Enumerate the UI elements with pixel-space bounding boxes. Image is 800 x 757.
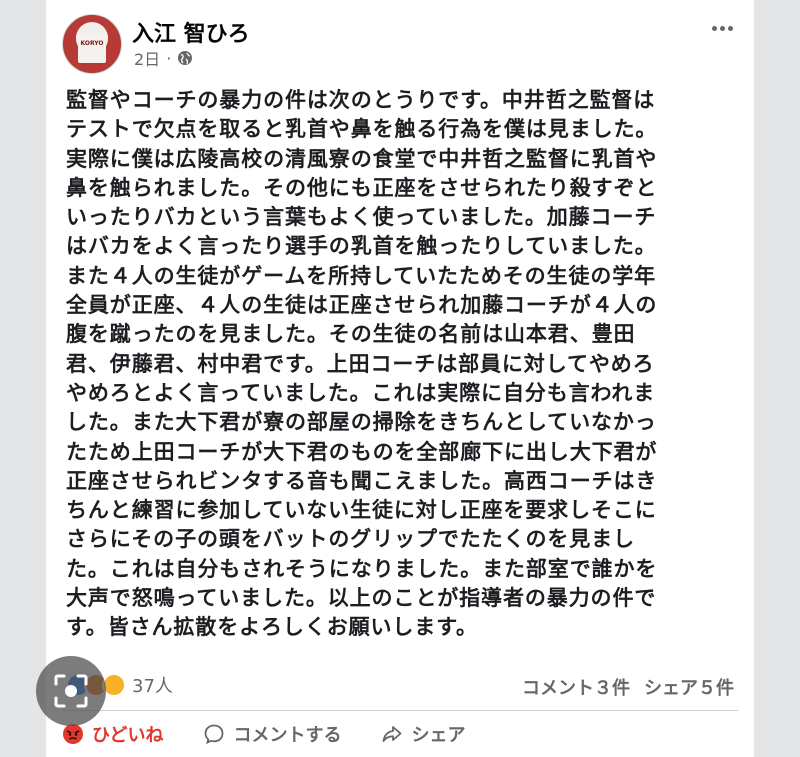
timestamp[interactable]: 2日	[134, 46, 160, 70]
avatar-jersey-text: KORYO	[80, 40, 104, 47]
globe-icon	[178, 51, 193, 65]
angry-label: ひどいね	[92, 725, 164, 746]
post-meta: 2日 ·	[134, 46, 193, 70]
angry-face-icon	[63, 724, 83, 744]
left-margin	[0, 0, 46, 757]
engagement-counts: コメント３件 シェア５件	[522, 674, 734, 700]
comment-count[interactable]: コメント３件	[522, 674, 630, 700]
jersey-icon	[78, 33, 106, 63]
author-name[interactable]: 入江 智ひろ	[132, 16, 250, 48]
reaction-count: 37人	[132, 676, 173, 697]
meta-separator: ·	[166, 48, 172, 68]
more-options-icon[interactable]	[712, 16, 738, 32]
divider	[62, 710, 738, 711]
overlay-lens-button[interactable]	[36, 656, 106, 726]
share-label: シェア	[411, 725, 466, 746]
post-card: KORYO 入江 智ひろ 2日 · 監督やコーチの暴力の件は次のとうりです。中井…	[46, 0, 754, 757]
comment-button[interactable]: コメントする	[203, 716, 341, 752]
action-bar: ひどいね コメントする シェア	[62, 716, 738, 752]
lens-icon	[54, 674, 88, 708]
share-button[interactable]: シェア	[381, 716, 465, 752]
comment-label: コメントする	[233, 725, 342, 746]
share-count[interactable]: シェア５件	[644, 674, 734, 700]
post-body: 監督やコーチの暴力の件は次のとうりです。中井哲之監督は テストで欠点を取ると乳首…	[66, 88, 658, 640]
avatar[interactable]: KORYO	[62, 14, 122, 74]
post-header: KORYO 入江 智ひろ 2日 ·	[62, 12, 738, 74]
comment-icon	[205, 724, 224, 745]
share-icon	[383, 726, 402, 742]
right-margin	[754, 0, 800, 757]
